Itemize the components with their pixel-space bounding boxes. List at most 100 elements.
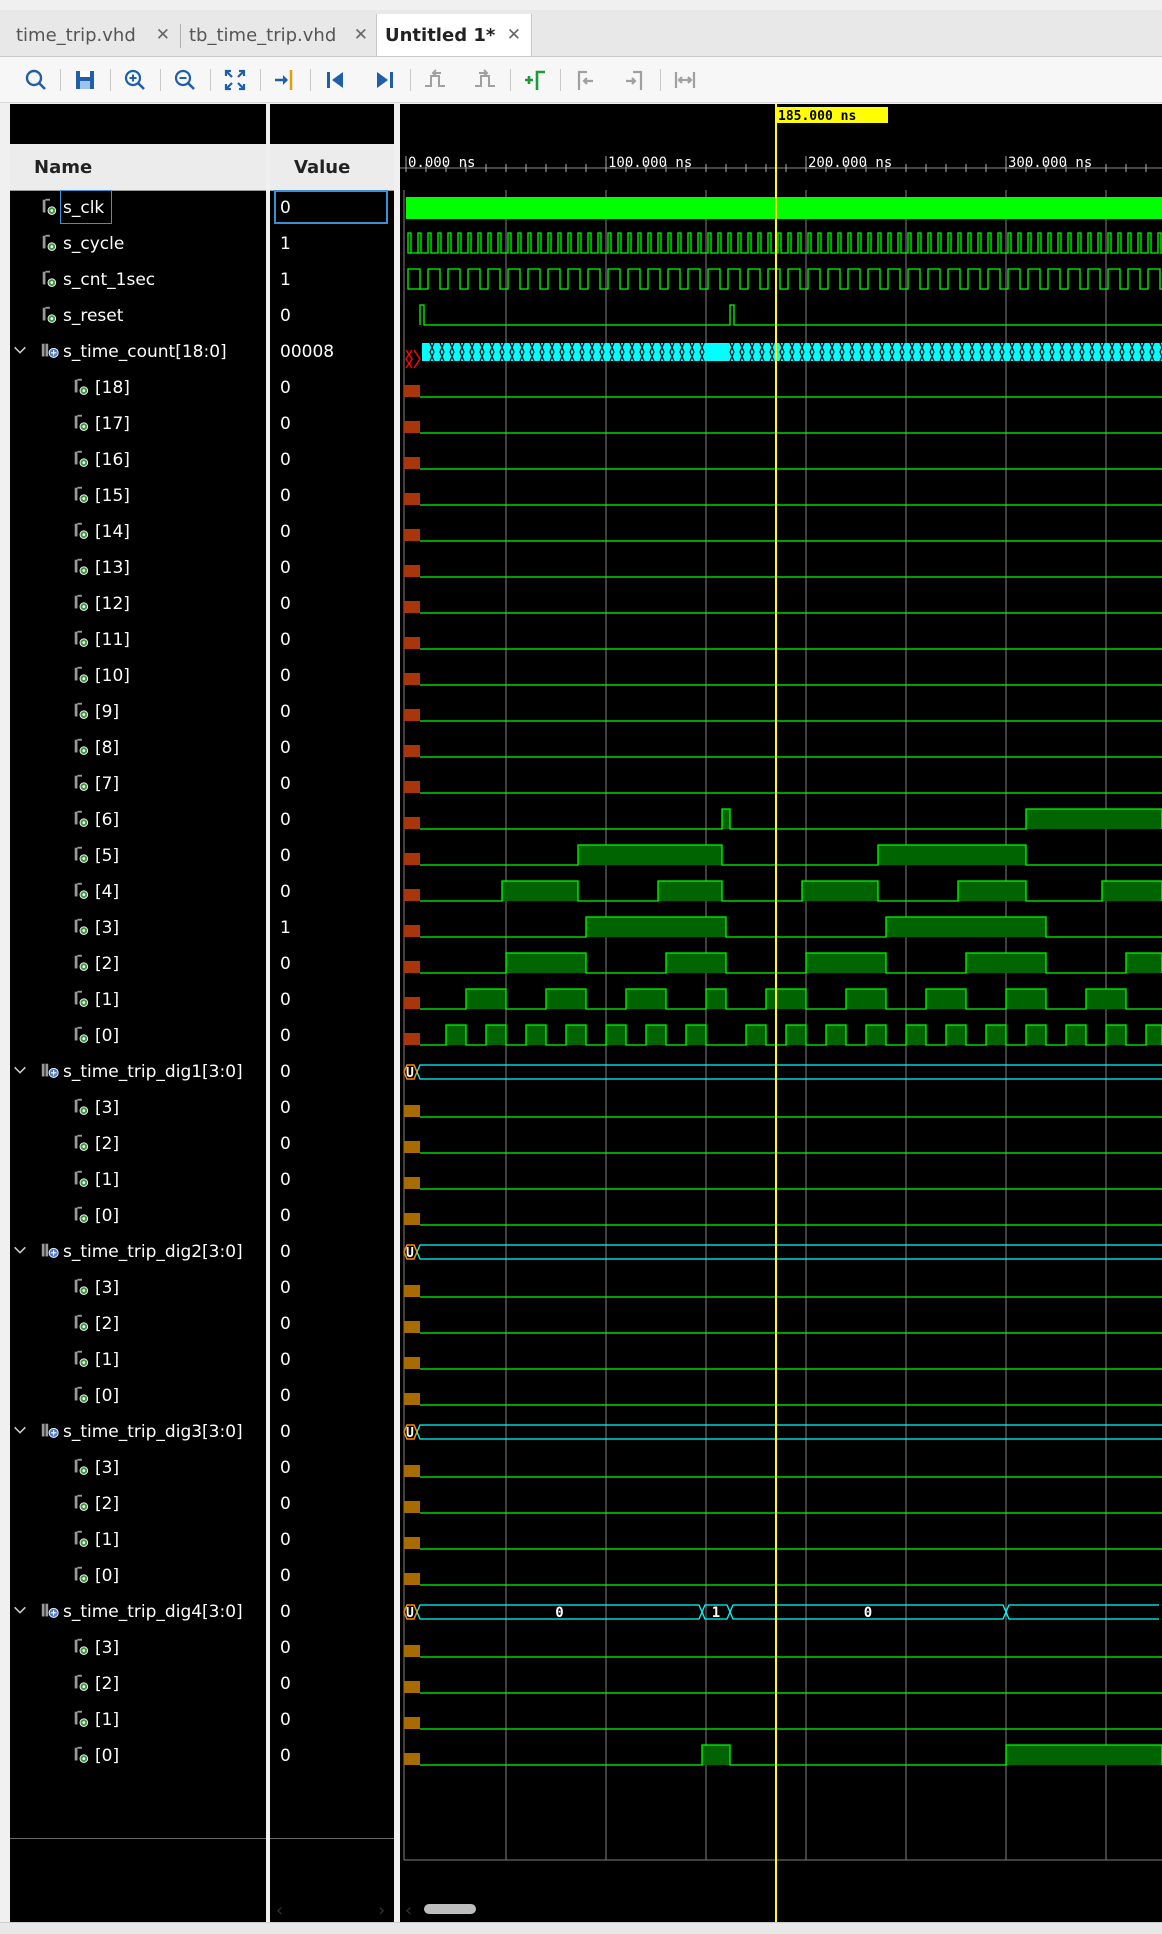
scroll-left-icon[interactable]: ‹	[276, 1900, 283, 1921]
go-to-last-time-icon[interactable]	[371, 66, 399, 94]
tab-untitled-1[interactable]: Untitled 1* ✕	[376, 14, 532, 56]
signal-row-9[interactable]: [14]	[72, 514, 130, 550]
signal-name: [2]	[95, 1674, 120, 1694]
signal-row-28[interactable]: [0]	[72, 1198, 119, 1234]
chevron-down-icon[interactable]	[12, 1422, 30, 1440]
signal-row-32[interactable]: [1]	[72, 1342, 119, 1378]
signal-row-5[interactable]: [18]	[72, 370, 130, 406]
signal-name: s_reset	[63, 306, 124, 326]
signal-name: [2]	[95, 1134, 120, 1154]
signal-row-41[interactable]: [2]	[72, 1666, 119, 1702]
zoom-fit-icon[interactable]	[221, 66, 249, 94]
value-column-header[interactable]: Value	[270, 144, 394, 191]
scroll-right-icon[interactable]: ›	[378, 1900, 385, 1921]
waveform-fill	[846, 989, 886, 1009]
search-icon[interactable]	[22, 66, 50, 94]
chevron-down-icon[interactable]	[12, 342, 30, 360]
signal-row-2[interactable]: s_cnt_1sec	[40, 262, 155, 298]
previous-marker-icon[interactable]	[571, 66, 599, 94]
signal-row-33[interactable]: [0]	[72, 1378, 119, 1414]
signal-row-18[interactable]: [5]	[72, 838, 119, 874]
waveform-fill	[766, 989, 806, 1009]
save-icon[interactable]	[71, 66, 99, 94]
signal-row-7[interactable]: [16]	[72, 442, 130, 478]
signal-row-1[interactable]: s_cycle	[40, 226, 124, 262]
signal-name: [3]	[95, 1278, 120, 1298]
zoom-out-icon[interactable]	[171, 66, 199, 94]
chevron-down-icon[interactable]	[12, 1602, 30, 1620]
name-column-header[interactable]: Name	[10, 144, 266, 191]
signal-value: 1	[280, 270, 291, 290]
signal-row-35[interactable]: [3]	[72, 1450, 119, 1486]
signal-row-34[interactable]: s_time_trip_dig3[3:0]	[14, 1414, 243, 1450]
signal-row-39[interactable]: s_time_trip_dig4[3:0]	[14, 1594, 243, 1630]
waveform-canvas[interactable]: 0.000 ns 100.000 ns 200.000 ns 300.000 ns U U…	[400, 104, 1162, 1922]
close-icon[interactable]: ✕	[156, 25, 170, 45]
signal-row-26[interactable]: [2]	[72, 1126, 119, 1162]
signal-row-21[interactable]: [2]	[72, 946, 119, 982]
add-marker-icon[interactable]	[521, 66, 549, 94]
init-marker	[404, 889, 420, 901]
bit-signal-icon	[72, 881, 94, 903]
signal-row-12[interactable]: [11]	[72, 622, 130, 658]
signal-row-37[interactable]: [1]	[72, 1522, 119, 1558]
signal-row-29[interactable]: s_time_trip_dig2[3:0]	[14, 1234, 243, 1270]
go-to-cursor-icon[interactable]	[271, 66, 299, 94]
signal-row-30[interactable]: [3]	[72, 1270, 119, 1306]
next-transition-icon[interactable]	[471, 66, 499, 94]
signal-row-15[interactable]: [8]	[72, 730, 119, 766]
tab-tb-time-trip-vhd[interactable]: tb_time_trip.vhd ✕	[181, 14, 376, 56]
go-to-time-zero-icon[interactable]	[321, 66, 349, 94]
bit-signal-icon	[72, 1277, 94, 1299]
waveform	[420, 844, 1162, 866]
signal-row-25[interactable]: [3]	[72, 1090, 119, 1126]
signal-row-14[interactable]: [9]	[72, 694, 119, 730]
signal-row-4[interactable]: s_time_count[18:0]	[14, 334, 227, 370]
signal-row-0[interactable]: s_clk	[40, 190, 104, 226]
init-marker	[404, 637, 420, 649]
next-marker-icon[interactable]	[621, 66, 649, 94]
signal-row-11[interactable]: [12]	[72, 586, 130, 622]
waveform-fill	[746, 1025, 766, 1045]
swap-cursors-icon[interactable]	[671, 66, 699, 94]
waveform-pane[interactable]: 0.000 ns 100.000 ns 200.000 ns 300.000 ns U U…	[400, 104, 1162, 1922]
signal-value: 0	[280, 1746, 291, 1766]
signal-row-6[interactable]: [17]	[72, 406, 130, 442]
signal-row-42[interactable]: [1]	[72, 1702, 119, 1738]
zoom-in-icon[interactable]	[121, 66, 149, 94]
signal-row-22[interactable]: [1]	[72, 982, 119, 1018]
signal-row-40[interactable]: [3]	[72, 1630, 119, 1666]
signal-row-27[interactable]: [1]	[72, 1162, 119, 1198]
close-icon[interactable]: ✕	[507, 25, 521, 45]
signal-value: 0	[280, 486, 291, 506]
signal-row-10[interactable]: [13]	[72, 550, 130, 586]
signal-name: [3]	[95, 918, 120, 938]
signal-row-36[interactable]: [2]	[72, 1486, 119, 1522]
tab-time-trip-vhd[interactable]: time_trip.vhd ✕	[0, 14, 178, 56]
signal-row-38[interactable]: [0]	[72, 1558, 119, 1594]
waveform-fill	[1066, 1025, 1086, 1045]
chevron-down-icon[interactable]	[12, 1242, 30, 1260]
previous-transition-icon[interactable]	[421, 66, 449, 94]
waveform	[407, 232, 1162, 254]
ruler-label: 100.000 ns	[608, 155, 692, 171]
signal-value: 0	[280, 1206, 291, 1226]
signal-row-3[interactable]: s_reset	[40, 298, 123, 334]
signal-row-23[interactable]: [0]	[72, 1018, 119, 1054]
signal-row-43[interactable]: [0]	[72, 1738, 119, 1774]
signal-row-8[interactable]: [15]	[72, 478, 130, 514]
signal-row-20[interactable]: [3]	[72, 910, 119, 946]
chevron-down-icon[interactable]	[12, 1062, 30, 1080]
signal-row-16[interactable]: [7]	[72, 766, 119, 802]
horizontal-scrollbar-thumb[interactable]	[424, 1904, 476, 1914]
signal-row-31[interactable]: [2]	[72, 1306, 119, 1342]
signal-name: [12]	[95, 594, 130, 614]
signal-row-17[interactable]: [6]	[72, 802, 119, 838]
wave-scroll-left-icon[interactable]: ‹	[405, 1900, 412, 1921]
signal-row-13[interactable]: [10]	[72, 658, 130, 694]
close-icon[interactable]: ✕	[354, 25, 368, 45]
toolbar-separator	[60, 69, 61, 91]
signal-row-19[interactable]: [4]	[72, 874, 119, 910]
signal-row-24[interactable]: s_time_trip_dig1[3:0]	[14, 1054, 243, 1090]
signal-value: 0	[280, 1134, 291, 1154]
